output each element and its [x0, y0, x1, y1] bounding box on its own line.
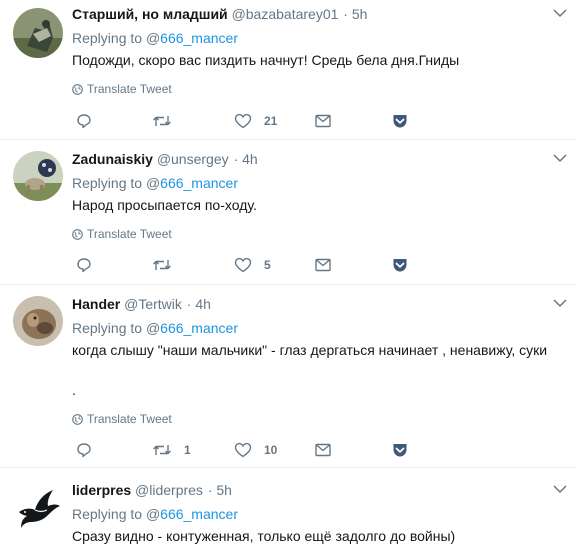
tweet[interactable]: Старший, но младший @bazabatarey01 · 5h …	[0, 0, 576, 140]
avatar[interactable]	[13, 8, 63, 58]
save-pocket-button[interactable]	[392, 111, 408, 131]
reply-button[interactable]	[76, 440, 92, 460]
reply-icon	[77, 258, 91, 273]
mention-at: @	[145, 506, 161, 522]
replying-label: Replying to	[72, 320, 143, 336]
retweet-button[interactable]	[152, 255, 184, 275]
message-button[interactable]	[315, 111, 331, 131]
tweet[interactable]: liderpres @liderpres · 5h Replying to @6…	[0, 468, 576, 552]
reply-button[interactable]	[76, 255, 92, 275]
retweet-count: 1	[184, 443, 191, 457]
display-name[interactable]: Hander	[72, 296, 120, 312]
translate-link[interactable]: Translate Tweet	[72, 411, 172, 427]
translate-label: Translate Tweet	[87, 82, 172, 96]
reply-button[interactable]	[76, 111, 92, 131]
display-name[interactable]: Старший, но младший	[72, 6, 228, 22]
tweet-text: когда слышу "наши мальчики" - глаз дерга…	[72, 342, 548, 358]
mention-user: 666_mancer	[160, 506, 238, 522]
tweet-text: Подожди, скоро вас пиздить начнут! Средь…	[72, 52, 460, 68]
retweet-icon	[153, 116, 171, 126]
envelope-icon	[315, 258, 331, 272]
mention-at: @	[145, 30, 161, 46]
tweet[interactable]: Zadunaiskiy @unsergey · 4h Replying to @…	[0, 140, 576, 285]
replying-label: Replying to	[72, 506, 143, 522]
tweet-actions: 1 10	[72, 440, 432, 460]
replying-to: Replying to @666_mancer	[72, 505, 238, 523]
timestamp[interactable]: · 5h	[208, 482, 232, 498]
chevron-down-icon[interactable]	[553, 8, 567, 18]
globe-icon	[72, 414, 83, 425]
heart-icon	[234, 257, 252, 273]
translate-label: Translate Tweet	[87, 412, 172, 426]
like-button[interactable]: 10	[234, 440, 277, 460]
user-handle[interactable]: @bazabatarey01	[232, 6, 339, 22]
pocket-icon	[393, 115, 407, 128]
translate-link[interactable]: Translate Tweet	[72, 226, 172, 242]
avatar[interactable]	[13, 151, 63, 201]
translate-link[interactable]: Translate Tweet	[72, 81, 172, 97]
heart-icon	[234, 113, 252, 129]
save-pocket-button[interactable]	[392, 440, 408, 460]
timestamp[interactable]: · 4h	[234, 151, 258, 167]
pocket-icon	[393, 259, 407, 272]
retweet-button[interactable]	[152, 111, 184, 131]
tweet-text: Сразу видно - контуженная, только ещё за…	[72, 528, 456, 544]
tweet[interactable]: Hander @Tertwik · 4h Replying to @666_ma…	[0, 285, 576, 468]
like-count: 5	[264, 258, 271, 272]
retweet-icon	[153, 445, 171, 455]
timestamp[interactable]: · 5h	[343, 6, 367, 22]
timestamp[interactable]: · 4h	[187, 296, 211, 312]
globe-icon	[72, 229, 83, 240]
like-count: 21	[264, 114, 278, 128]
avatar[interactable]	[13, 296, 63, 346]
tweet-actions: 5	[72, 255, 432, 275]
tweet-text-line-2: .	[72, 382, 76, 398]
retweet-button[interactable]: 1	[152, 440, 191, 460]
chevron-down-icon[interactable]	[553, 484, 567, 494]
chevron-down-icon[interactable]	[553, 298, 567, 308]
mention-link[interactable]: @666_mancer	[146, 320, 238, 336]
display-name[interactable]: Zadunaiskiy	[72, 151, 153, 167]
like-button[interactable]: 21	[234, 111, 277, 131]
user-handle[interactable]: @unsergey	[157, 151, 229, 167]
mention-at: @	[145, 320, 161, 336]
globe-icon	[72, 84, 83, 95]
replying-label: Replying to	[72, 175, 143, 191]
envelope-icon	[315, 114, 331, 128]
user-handle[interactable]: @liderpres	[135, 482, 203, 498]
display-name[interactable]: liderpres	[72, 482, 131, 498]
pocket-icon	[393, 444, 407, 457]
mention-user: 666_mancer	[160, 320, 238, 336]
chevron-down-icon[interactable]	[553, 153, 567, 163]
mention-user: 666_mancer	[160, 175, 238, 191]
user-handle[interactable]: @Tertwik	[124, 296, 182, 312]
envelope-icon	[315, 443, 331, 457]
avatar[interactable]	[13, 482, 63, 532]
save-pocket-button[interactable]	[392, 255, 408, 275]
tweet-actions: 21	[72, 111, 432, 131]
mention-link[interactable]: @666_mancer	[146, 175, 238, 191]
mention-at: @	[145, 175, 161, 191]
like-button[interactable]: 5	[234, 255, 271, 275]
mention-user: 666_mancer	[160, 30, 238, 46]
replying-to: Replying to @666_mancer	[72, 29, 238, 47]
message-button[interactable]	[315, 255, 331, 275]
reply-icon	[77, 443, 91, 458]
dove-icon	[13, 482, 63, 532]
mention-link[interactable]: @666_mancer	[146, 30, 238, 46]
translate-label: Translate Tweet	[87, 227, 172, 241]
message-button[interactable]	[315, 440, 331, 460]
retweet-icon	[153, 260, 171, 270]
mention-link[interactable]: @666_mancer	[146, 506, 238, 522]
replying-label: Replying to	[72, 30, 143, 46]
replying-to: Replying to @666_mancer	[72, 319, 238, 337]
replying-to: Replying to @666_mancer	[72, 174, 238, 192]
like-count: 10	[264, 443, 278, 457]
tweet-text: Народ просыпается по-ходу.	[72, 197, 257, 213]
heart-icon	[234, 442, 252, 458]
reply-icon	[77, 114, 91, 129]
